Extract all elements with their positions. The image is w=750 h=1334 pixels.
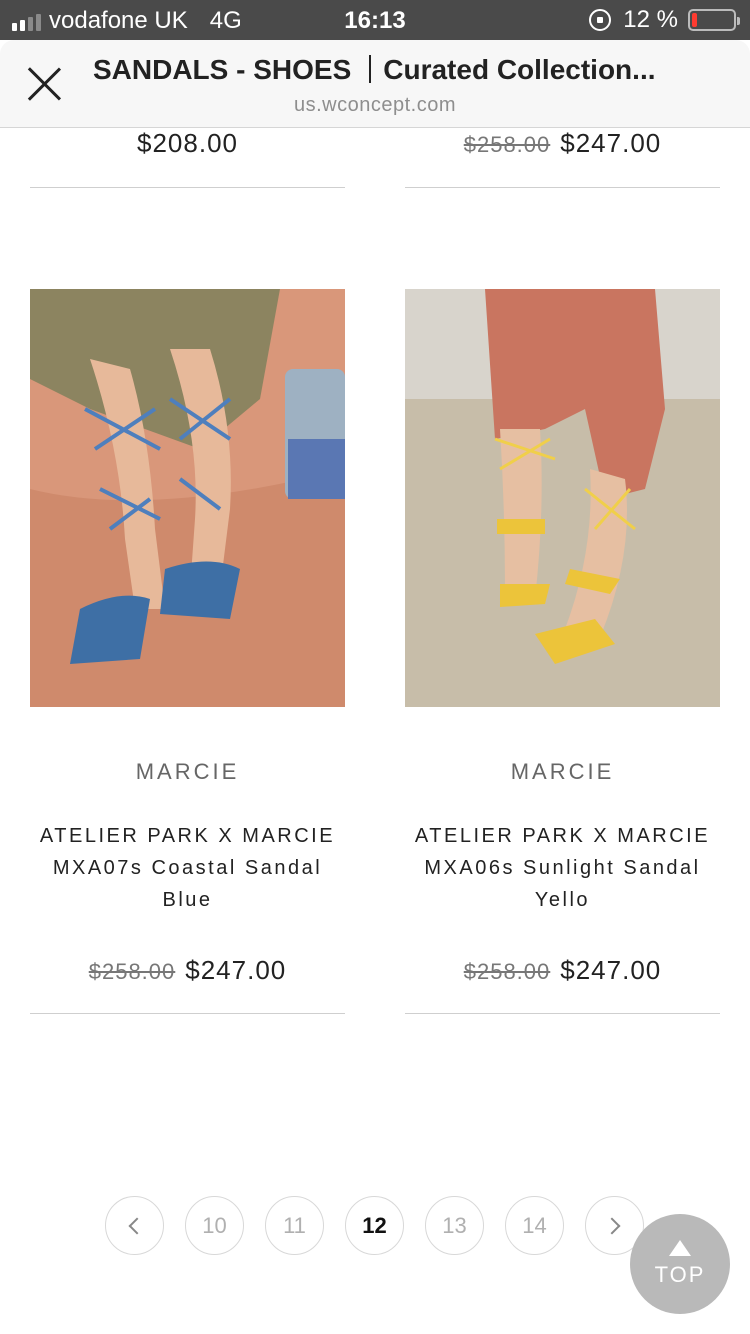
price-current: $247.00	[560, 128, 662, 158]
product-price-top-right: $258.00 $247.00	[405, 128, 720, 159]
rotation-lock-icon	[589, 9, 612, 31]
battery-level	[692, 13, 697, 27]
price-current: $208.00	[137, 128, 238, 158]
back-to-top-button[interactable]: TOP	[630, 1214, 730, 1314]
price-original: $258.00	[463, 959, 551, 984]
page-button-13[interactable]: 13	[425, 1196, 484, 1255]
product-divider	[30, 1013, 345, 1014]
product-price: $258.00 $247.00	[405, 955, 720, 986]
product-name-line: ATELIER PARK X MARCIE	[414, 825, 711, 847]
product-image-yellow-sandal[interactable]	[405, 289, 720, 707]
product-image-blue-sandal[interactable]	[30, 289, 345, 707]
page-button-14[interactable]: 14	[505, 1196, 564, 1255]
browser-header: SANDALS - SHOES Curated Collection... us.…	[0, 40, 750, 128]
arrow-up-icon	[669, 1240, 691, 1256]
price-current: $247.00	[560, 955, 662, 985]
back-to-top-label: TOP	[654, 1262, 706, 1287]
battery-icon	[688, 9, 740, 31]
pagination: 10 11 12 13 14	[105, 1196, 644, 1255]
page-button-11[interactable]: 11	[265, 1196, 324, 1255]
status-bar: vodafone UK 4G 16:13 12 %	[0, 0, 750, 40]
page-button-10[interactable]: 10	[185, 1196, 244, 1255]
product-name-line: MXA07s Coastal Sandal	[52, 857, 323, 879]
product-brand[interactable]: MARCIE	[30, 759, 345, 785]
product-brand[interactable]: MARCIE	[405, 759, 720, 785]
status-right: 12 %	[589, 6, 740, 34]
blue-lace-up-sandals-photo	[30, 289, 345, 707]
yellow-lace-up-sandals-photo	[405, 289, 720, 707]
product-name-line: Blue	[162, 889, 213, 911]
page-title-main: SANDALS - SHOES	[93, 54, 352, 85]
product-price-top-left: $208.00	[30, 128, 345, 159]
product-name[interactable]: ATELIER PARK X MARCIE MXA06s Sunlight Sa…	[405, 820, 720, 916]
price-original: $258.00	[88, 959, 176, 984]
price-original: $258.00	[463, 132, 551, 157]
product-name-line: ATELIER PARK X MARCIE	[39, 825, 336, 847]
product-name-line: Yello	[534, 889, 591, 911]
product-divider	[405, 187, 720, 188]
title-divider	[369, 55, 372, 83]
price-current: $247.00	[185, 955, 287, 985]
page-title: SANDALS - SHOES Curated Collection...	[93, 54, 693, 86]
product-name[interactable]: ATELIER PARK X MARCIE MXA07s Coastal San…	[30, 820, 345, 916]
previous-page-button[interactable]	[105, 1196, 164, 1255]
product-price: $258.00 $247.00	[30, 955, 345, 986]
page-url: us.wconcept.com	[293, 94, 456, 116]
page-title-sub: Curated Collection...	[383, 54, 656, 85]
battery-percent: 12 %	[623, 6, 678, 33]
product-name-line: MXA06s Sunlight Sandal	[424, 857, 701, 879]
product-divider	[405, 1013, 720, 1014]
chevron-right-icon	[603, 1217, 621, 1234]
product-divider	[30, 187, 345, 188]
page-button-12-current[interactable]: 12	[345, 1196, 404, 1255]
chevron-left-icon	[128, 1217, 146, 1234]
